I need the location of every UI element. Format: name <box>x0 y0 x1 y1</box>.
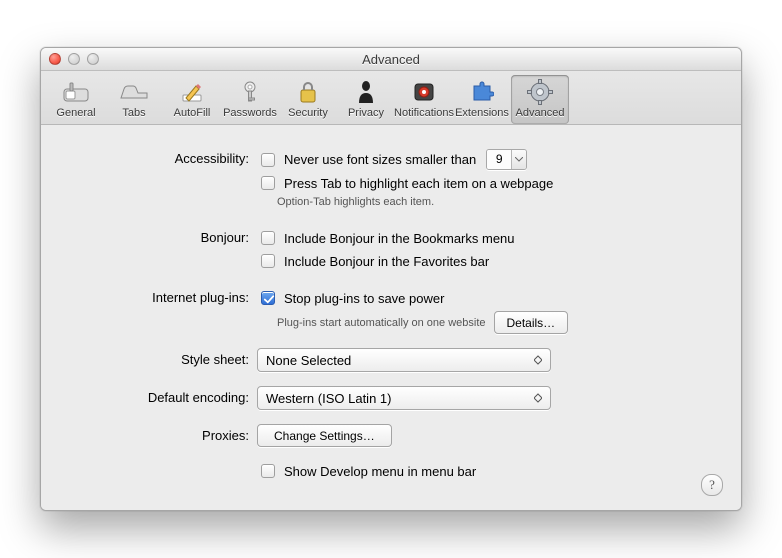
change-settings-button[interactable]: Change Settings… <box>257 424 392 447</box>
titlebar: Advanced <box>41 48 741 71</box>
press-tab-text: Press Tab to highlight each item on a we… <box>284 176 553 191</box>
close-icon[interactable] <box>49 53 61 65</box>
bonjour-label: Bonjour: <box>71 228 257 245</box>
font-size-stepper[interactable]: 9 <box>486 149 527 170</box>
font-size-value: 9 <box>487 150 511 169</box>
bonjour-favorites-checkbox[interactable] <box>261 254 275 268</box>
press-tab-checkbox[interactable] <box>261 176 275 190</box>
window-title: Advanced <box>41 52 741 67</box>
lock-icon <box>292 78 324 106</box>
plugins-label: Internet plug-ins: <box>71 288 257 305</box>
accessibility-label: Accessibility: <box>71 149 257 166</box>
minimize-icon[interactable] <box>68 53 80 65</box>
tab-extensions[interactable]: Extensions <box>453 75 511 124</box>
encoding-value: Western (ISO Latin 1) <box>266 391 391 406</box>
font-size-minimum-checkbox[interactable] <box>261 153 275 167</box>
updown-icon <box>530 355 546 365</box>
help-button[interactable]: ? <box>701 474 723 496</box>
notification-icon <box>408 78 440 106</box>
tab-privacy[interactable]: Privacy <box>337 75 395 124</box>
stop-plugins-checkbox[interactable] <box>261 291 275 305</box>
advanced-pane: Accessibility: Never use font sizes smal… <box>41 125 741 510</box>
stylesheet-value: None Selected <box>266 353 351 368</box>
puzzle-icon <box>466 78 498 106</box>
show-develop-checkbox[interactable] <box>261 464 275 478</box>
window-controls <box>49 53 99 65</box>
updown-icon <box>530 393 546 403</box>
zoom-icon[interactable] <box>87 53 99 65</box>
bonjour-favorites-text: Include Bonjour in the Favorites bar <box>284 254 489 269</box>
tab-notifications[interactable]: Notifications <box>395 75 453 124</box>
tab-passwords[interactable]: Passwords <box>221 75 279 124</box>
tab-tabs[interactable]: Tabs <box>105 75 163 124</box>
chevron-down-icon[interactable] <box>511 150 526 169</box>
privacy-icon <box>350 78 382 106</box>
proxies-label: Proxies: <box>71 424 257 443</box>
switch-icon <box>60 78 92 106</box>
gear-icon <box>524 78 556 106</box>
key-icon <box>234 78 266 106</box>
stop-plugins-text: Stop plug-ins to save power <box>284 291 444 306</box>
tab-autofill[interactable]: AutoFill <box>163 75 221 124</box>
tab-security[interactable]: Security <box>279 75 337 124</box>
stylesheet-select[interactable]: None Selected <box>257 348 551 372</box>
details-button[interactable]: Details… <box>494 311 569 334</box>
font-size-minimum-text: Never use font sizes smaller than <box>284 152 476 167</box>
preferences-window: Advanced General Tabs AutoFill <box>40 47 742 511</box>
preferences-toolbar: General Tabs AutoFill Passwords <box>41 71 741 125</box>
tab-advanced[interactable]: Advanced <box>511 75 569 124</box>
pencil-icon <box>176 78 208 106</box>
option-tab-hint: Option-Tab highlights each item. <box>277 196 711 208</box>
tab-general[interactable]: General <box>47 75 105 124</box>
tab-icon <box>118 78 150 106</box>
bonjour-bookmarks-text: Include Bonjour in the Bookmarks menu <box>284 231 515 246</box>
encoding-label: Default encoding: <box>71 386 257 405</box>
plugins-auto-hint: Plug-ins start automatically on one webs… <box>277 317 486 329</box>
stylesheet-label: Style sheet: <box>71 348 257 367</box>
encoding-select[interactable]: Western (ISO Latin 1) <box>257 386 551 410</box>
bonjour-bookmarks-checkbox[interactable] <box>261 231 275 245</box>
show-develop-text: Show Develop menu in menu bar <box>284 464 476 479</box>
